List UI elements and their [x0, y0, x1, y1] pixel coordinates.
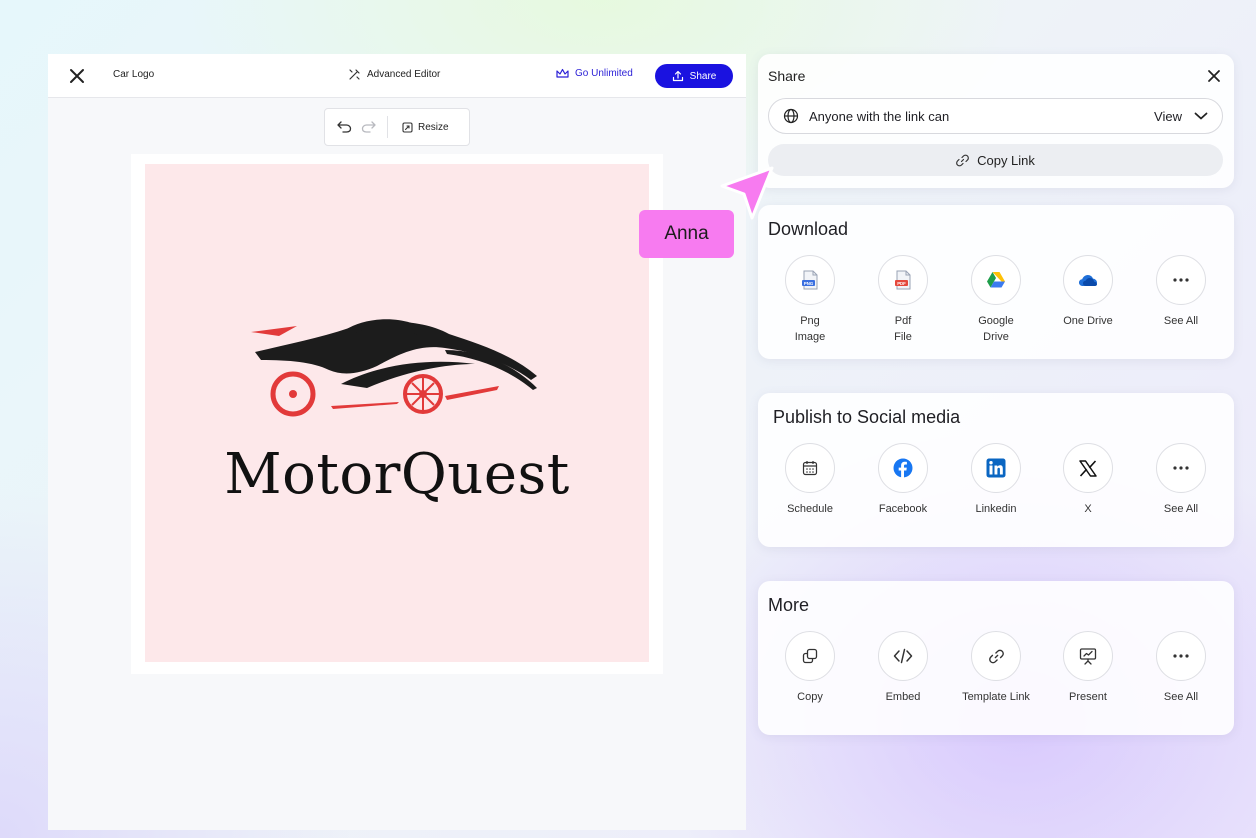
advanced-editor-label: Advanced Editor — [367, 69, 441, 80]
go-unlimited-label: Go Unlimited — [575, 68, 633, 79]
share-title: Share — [768, 68, 806, 84]
advanced-editor-button[interactable]: Advanced Editor — [348, 68, 440, 81]
x-option[interactable]: X — [1043, 443, 1133, 517]
share-button[interactable]: Share — [655, 64, 733, 88]
google-drive-option[interactable]: Google Drive — [951, 255, 1041, 345]
schedule-label: Schedule — [787, 503, 833, 515]
resize-label: Resize — [418, 121, 449, 133]
onedrive-option[interactable]: One Drive — [1043, 255, 1133, 329]
resize-icon — [402, 121, 413, 133]
copy-option[interactable]: Copy — [765, 631, 855, 705]
link-access-dropdown[interactable]: Anyone with the link can View — [768, 98, 1223, 134]
x-label: X — [1084, 503, 1092, 515]
social-media-title: Publish to Social media — [773, 407, 961, 427]
copy-label: Copy — [797, 691, 823, 703]
editor-top-bar: Car Logo Advanced Editor Go Unlimited Sh… — [48, 54, 746, 98]
undo-icon — [336, 121, 351, 133]
share-card: Share Anyone with the link can View Copy… — [758, 54, 1234, 188]
present-option[interactable]: Present — [1043, 631, 1133, 705]
more-see-all-option[interactable]: See All — [1136, 631, 1226, 705]
download-see-all-label: See All — [1163, 315, 1199, 327]
x-icon — [1079, 459, 1097, 477]
download-title: Download — [768, 219, 849, 239]
more-see-all-label: See All — [1163, 691, 1199, 703]
social-see-all-label: See All — [1163, 503, 1199, 515]
link-icon — [956, 154, 970, 166]
download-pdf-option[interactable]: PDF Pdf File — [858, 255, 948, 345]
magic-wand-icon — [349, 69, 360, 80]
close-editor-button[interactable] — [68, 67, 86, 85]
go-unlimited-button[interactable]: Go Unlimited — [556, 68, 633, 79]
more-card: More Copy Embed Template Link Present Se… — [758, 581, 1234, 735]
download-see-all-option[interactable]: See All — [1136, 255, 1226, 329]
copy-link-button[interactable]: Copy Link — [768, 144, 1223, 176]
link-icon — [988, 649, 1004, 663]
link-access-text: Anyone with the link can — [809, 108, 950, 124]
chevron-down-icon — [1194, 112, 1208, 120]
template-link-option[interactable]: Template Link — [951, 631, 1041, 705]
collaborator-name-tag: Anna — [639, 210, 734, 258]
undo-button[interactable] — [335, 118, 353, 136]
facebook-icon — [893, 458, 913, 478]
png-file-icon: PNG — [802, 270, 818, 290]
canvas-toolbar: Resize — [324, 108, 470, 146]
download-png-option[interactable]: PNG Png Image — [765, 255, 855, 345]
copy-icon — [802, 648, 818, 664]
more-icon — [1173, 466, 1189, 470]
close-icon — [1208, 70, 1220, 82]
google-drive-icon — [987, 272, 1005, 288]
canvas-frame: MotorQuest — [131, 154, 663, 674]
crown-icon — [556, 68, 569, 78]
design-canvas[interactable]: MotorQuest — [145, 164, 649, 662]
google-drive-label: Google Drive — [978, 315, 1014, 343]
code-icon — [893, 648, 913, 664]
more-icon — [1173, 278, 1189, 282]
redo-icon — [361, 121, 376, 133]
download-card: Download PNG Png Image PDF Pdf File Goog… — [758, 205, 1234, 359]
share-button-label: Share — [689, 70, 717, 82]
linkedin-option[interactable]: Linkedin — [951, 443, 1041, 517]
embed-label: Embed — [885, 691, 921, 703]
social-see-all-option[interactable]: See All — [1136, 443, 1226, 517]
redo-button[interactable] — [359, 118, 377, 136]
close-share-button[interactable] — [1206, 68, 1222, 84]
onedrive-icon — [1079, 274, 1097, 286]
more-icon — [1173, 654, 1189, 658]
social-media-card: Publish to Social media Schedule Faceboo… — [758, 393, 1234, 547]
document-title: Car Logo — [113, 69, 155, 80]
permission-select[interactable]: View — [1154, 109, 1208, 124]
globe-icon — [783, 108, 799, 124]
collaborator-name: Anna — [664, 223, 709, 244]
onedrive-label: One Drive — [1063, 315, 1113, 327]
facebook-label: Facebook — [878, 503, 928, 515]
more-title: More — [768, 595, 810, 615]
brand-name-text: MotorQuest — [224, 442, 570, 507]
resize-button[interactable]: Resize — [402, 122, 449, 133]
pdf-file-icon: PDF — [895, 270, 911, 290]
linkedin-icon — [986, 458, 1006, 478]
template-link-label: Template Link — [962, 691, 1030, 703]
copy-link-label: Copy Link — [977, 152, 1035, 168]
present-icon — [1079, 648, 1097, 665]
svg-text:PNG: PNG — [804, 281, 814, 286]
svg-text:PDF: PDF — [897, 281, 906, 286]
calendar-icon — [802, 461, 818, 476]
upload-icon — [672, 70, 683, 82]
linkedin-label: Linkedin — [975, 503, 1017, 515]
download-png-label: Png Image — [794, 315, 826, 343]
toolbar-divider — [387, 116, 388, 138]
car-logo-icon — [251, 319, 537, 417]
facebook-option[interactable]: Facebook — [858, 443, 948, 517]
download-pdf-label: Pdf File — [894, 315, 912, 343]
present-label: Present — [1069, 691, 1107, 703]
schedule-option[interactable]: Schedule — [765, 443, 855, 517]
close-icon — [70, 69, 84, 83]
embed-option[interactable]: Embed — [858, 631, 948, 705]
permission-value: View — [1154, 108, 1182, 124]
editor-panel: Car Logo Advanced Editor Go Unlimited Sh… — [48, 54, 746, 830]
